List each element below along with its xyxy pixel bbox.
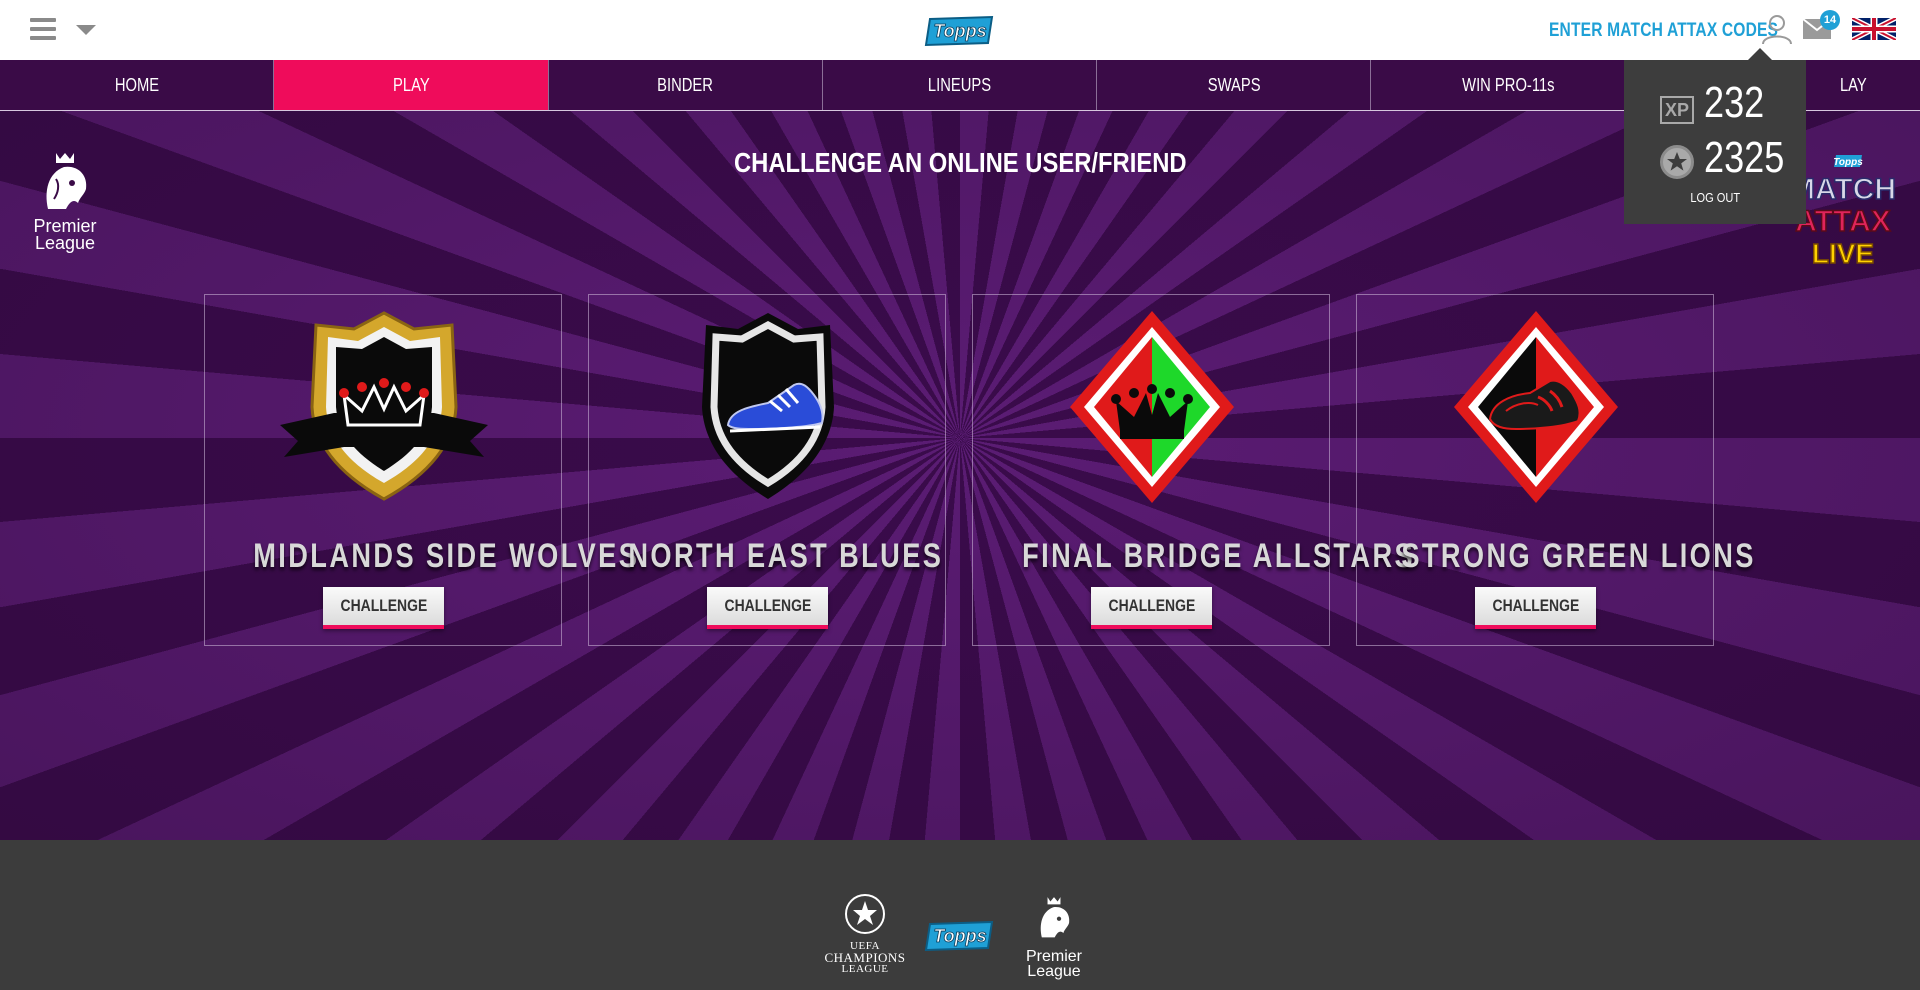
champions-league-logo: UEFA CHAMPIONS LEAGUE — [820, 892, 910, 982]
team-card: STRONG GREEN LIONS CHALLENGE — [1356, 294, 1756, 646]
nav-lineups[interactable]: LINEUPS — [823, 60, 1098, 110]
red-black-diamond-boot-crest — [1454, 311, 1618, 503]
xp-icon: XP — [1660, 96, 1694, 124]
user-icon[interactable] — [1760, 13, 1794, 45]
challenge-button[interactable]: CHALLENGE — [1091, 587, 1212, 629]
ucl-text-3: LEAGUE — [841, 963, 889, 975]
star-icon — [1667, 152, 1687, 171]
team-name: MIDLANDS SIDE WOLVES — [253, 537, 640, 575]
challenge-button[interactable]: CHALLENGE — [1475, 587, 1596, 629]
team-card: MIDLANDS SIDE WOLVES CHALLENGE — [204, 294, 640, 646]
black-shield-boot-crest — [702, 313, 834, 499]
footer: UEFA CHAMPIONS LEAGUE Topps Premier Leag… — [0, 840, 1920, 990]
svg-text:Topps: Topps — [933, 21, 986, 41]
user-dropdown: XP 232 2325 LOG OUT — [1624, 48, 1806, 224]
pl-logo-word-2: League — [34, 233, 96, 253]
svg-text:ATTAX: ATTAX — [1795, 205, 1891, 238]
team-name: STRONG GREEN LIONS — [1401, 537, 1756, 575]
menu-icon[interactable] — [30, 18, 56, 40]
svg-text:Topps: Topps — [1833, 157, 1863, 168]
nav-play[interactable]: PLAY — [274, 60, 549, 110]
challenge-button[interactable]: CHALLENGE — [707, 587, 828, 629]
logout-link[interactable]: LOG OUT — [1624, 190, 1806, 205]
enter-codes-link[interactable]: ENTER MATCH ATTAX CODES — [1549, 20, 1778, 42]
team-card: FINAL BRIDGE ALLSTARS CHALLENGE — [972, 294, 1416, 646]
top-bar: Topps ENTER MATCH ATTAX CODES 14 — [0, 0, 1920, 60]
uk-flag-icon[interactable] — [1852, 18, 1896, 40]
starball-icon — [845, 894, 885, 934]
lion-icon — [1040, 897, 1070, 938]
team-name: NORTH EAST BLUES — [628, 537, 944, 575]
nav-win-pro-11s[interactable]: WIN PRO-11s — [1371, 60, 1646, 110]
team-card: NORTH EAST BLUES CHALLENGE — [588, 294, 946, 646]
mail-count-badge: 14 — [1820, 10, 1840, 30]
nav-swaps[interactable]: SWAPS — [1097, 60, 1372, 110]
team-name: FINAL BRIDGE ALLSTARS — [1022, 537, 1416, 575]
topps-logo[interactable]: Topps — [924, 13, 996, 49]
svg-text:Topps: Topps — [933, 926, 986, 946]
coins-value: 2325 — [1704, 133, 1785, 182]
footer-topps-logo: Topps — [924, 920, 994, 952]
coin-icon — [1660, 145, 1694, 179]
nav-binder[interactable]: BINDER — [549, 60, 823, 110]
xp-value: 232 — [1704, 78, 1765, 127]
svg-text:LIVE: LIVE — [1812, 238, 1874, 269]
premier-league-logo: Premier League — [26, 151, 104, 261]
footer-pl-word-2: League — [1027, 963, 1081, 980]
lion-icon — [46, 153, 87, 209]
challenge-button[interactable]: CHALLENGE — [323, 587, 444, 629]
red-green-diamond-crown-crest — [1070, 311, 1234, 503]
footer-pl-word-1: Premier — [1026, 948, 1083, 965]
footer-premier-league-logo: Premier League — [1026, 892, 1082, 982]
nav-home[interactable]: HOME — [0, 60, 275, 110]
gold-shield-crown-crest — [280, 311, 488, 501]
caret-down-icon[interactable] — [76, 25, 96, 35]
